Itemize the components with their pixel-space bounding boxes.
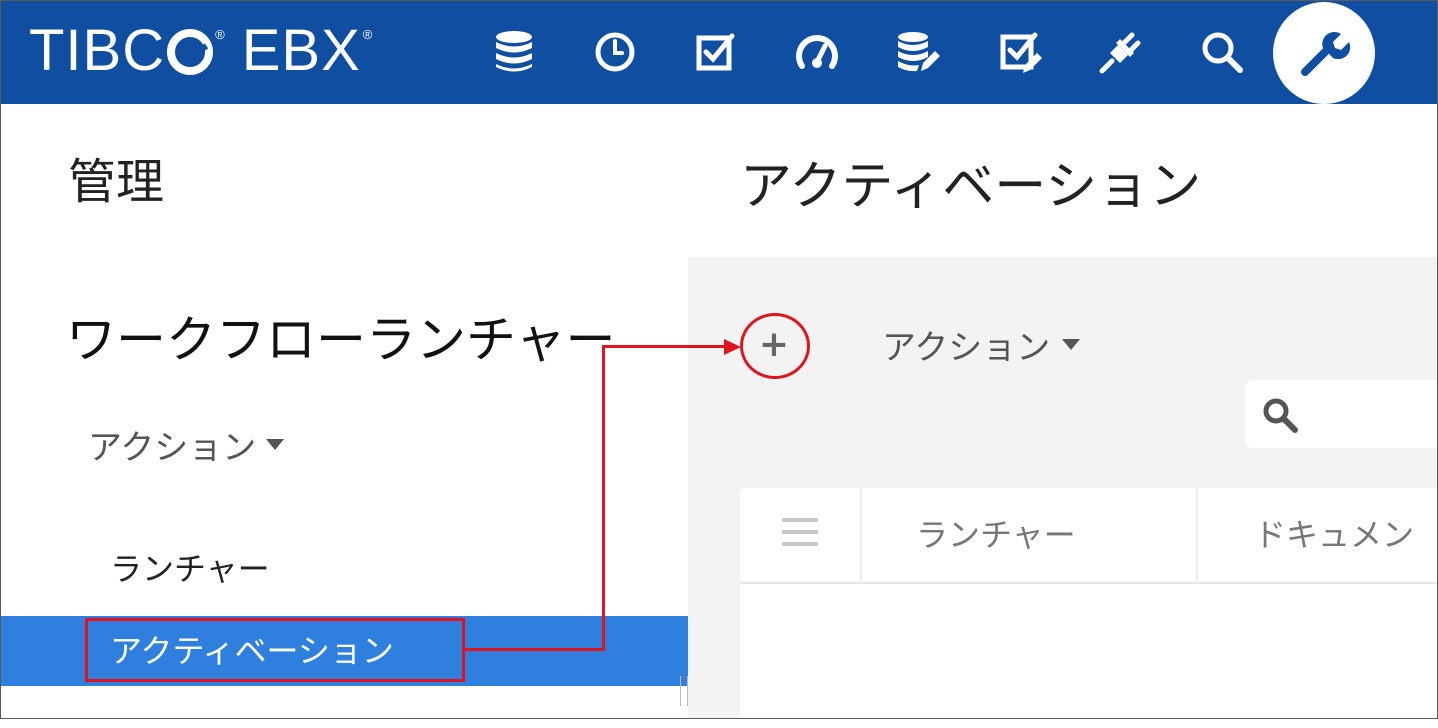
page-title: アクティベーション [740,157,1202,217]
annotation-highlight-box [85,618,465,682]
search-icon [1262,397,1298,433]
main-action-dropdown[interactable]: アクション [882,320,1081,369]
main-action-label: アクション [882,328,1051,368]
wrench-icon [1301,31,1351,76]
sidebar-action-dropdown[interactable]: アクション [88,420,285,469]
annotation-connector [602,345,605,651]
dashboard-gauge-icon[interactable] [794,29,840,75]
plug-icon[interactable] [1098,29,1144,75]
column-separator [1196,488,1198,584]
tibco-ebx-logo: TIBC ® EBX ® [29,19,373,83]
column-header-launcher[interactable]: ランチャー [916,510,1076,556]
administration-tab[interactable] [1273,2,1375,104]
logo-globe-icon [167,29,214,75]
annotation-highlight-circle [740,313,810,379]
column-separator [860,488,862,584]
column-header-document[interactable]: ドキュメン [1254,510,1414,556]
sidebar-action-label: アクション [88,428,257,468]
logo-text-tibco: TIBC [29,18,166,83]
top-navigation-bar: TIBC ® EBX ® [1,1,1437,104]
caret-down-icon [266,439,285,450]
data-edit-icon[interactable] [895,29,941,75]
clock-icon[interactable] [592,29,638,75]
logo-registered-mark-2: ® [362,27,374,42]
sidebar-item-launcher[interactable]: ランチャー [110,544,270,590]
column-menu-icon[interactable] [782,518,818,550]
annotation-connector [602,345,728,348]
caret-down-icon [1062,339,1081,350]
admin-title: 管理 [68,154,165,210]
logo-registered-mark: ® [215,27,226,42]
logo-text-ebx: EBX [241,18,361,83]
search-icon[interactable] [1199,29,1245,75]
panel-resize-handle[interactable] [680,676,688,706]
checkbox-icon[interactable] [693,29,739,75]
task-check-icon[interactable] [999,29,1045,75]
database-icon[interactable] [491,29,537,75]
annotation-arrow-head-icon [724,339,741,355]
section-title: ワークフローランチャー [66,311,616,369]
annotation-connector [465,648,604,651]
